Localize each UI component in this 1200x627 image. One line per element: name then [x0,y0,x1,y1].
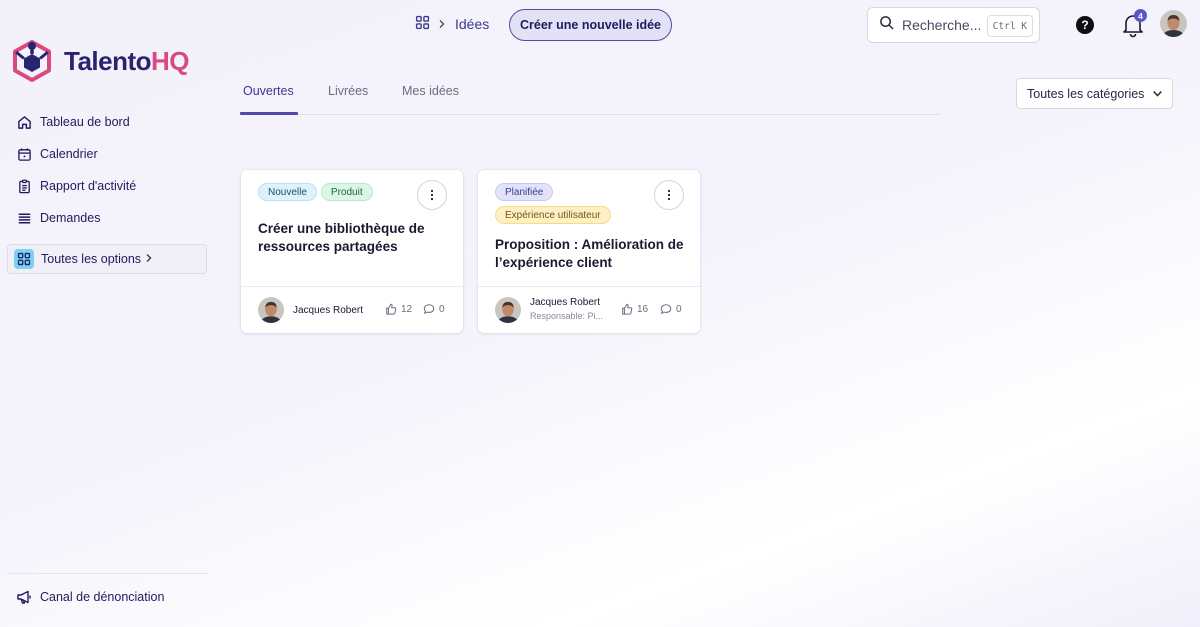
status-badge: Planifiée [495,183,554,201]
whistleblower-channel-link[interactable]: Canal de dénonciation [15,588,164,606]
card-menu-button[interactable] [654,180,684,210]
tab-open[interactable]: Ouvertes [243,84,294,98]
chevron-right-icon [438,17,446,32]
sidebar-item-activity-report[interactable]: Rapport d'activité [8,170,208,202]
sidebar-item-label: Demandes [40,211,101,225]
breadcrumb-current[interactable]: Idées [455,16,489,32]
tab-my-ideas[interactable]: Mes idées [402,84,459,98]
card-title[interactable]: Créer une bibliothèque de ressources par… [258,220,450,256]
search-box[interactable]: Recherche... Ctrl K [867,7,1040,43]
calendar-icon [15,145,33,163]
thumbs-up-icon [386,303,397,315]
search-shortcut-hint: Ctrl K [986,15,1033,37]
clipboard-icon [15,177,33,195]
megaphone-icon [15,588,33,606]
author-name: Jacques Robert [530,297,601,308]
all-options-button[interactable]: Toutes les options [7,244,207,274]
chevron-down-icon [1152,88,1163,102]
author-avatar [495,297,521,323]
card-title[interactable]: Proposition : Amélioration de l’expérien… [495,236,687,272]
sidebar-divider [8,573,208,574]
user-avatar[interactable] [1160,10,1187,37]
comment-button[interactable]: 0 [660,303,682,315]
cube-logo-icon [13,40,51,82]
stack-icon [15,209,33,227]
sidebar-item-label: Calendrier [40,147,98,161]
comment-button[interactable]: 0 [423,303,445,315]
comment-count: 0 [439,303,445,315]
comment-count: 0 [676,303,682,315]
sidebar: TalentoHQ Tableau de bord Calendrier Rap… [0,0,214,627]
app-logo[interactable]: TalentoHQ [12,40,190,82]
like-count: 16 [637,303,649,315]
thumbs-up-icon [622,303,633,315]
card-tags: Planifiée Expérience utilisateur [495,183,665,224]
all-options-label: Toutes les options [41,252,142,266]
notification-count-badge: 4 [1134,9,1147,22]
category-badge: Expérience utilisateur [495,206,611,224]
card-footer: Jacques Robert 12 0 [241,286,463,333]
author-name: Jacques Robert [293,305,364,316]
responsible-label: Responsable: Pi... [530,311,604,321]
help-icon[interactable]: ? [1076,16,1094,34]
sidebar-item-requests[interactable]: Demandes [8,202,208,234]
card-footer: Jacques Robert Responsable: Pi... 16 0 [478,286,700,333]
like-button[interactable]: 16 [621,303,648,315]
idea-tabs: Ouvertes Livrées Mes idées [240,74,940,115]
like-count: 12 [401,303,413,315]
breadcrumb: Idées [415,15,489,33]
category-select-value: Toutes les catégories [1027,86,1145,101]
grid-icon [14,249,34,269]
sidebar-item-label: Tableau de bord [40,115,130,129]
grid-icon[interactable] [415,15,430,33]
search-input[interactable]: Recherche... [902,17,981,33]
more-vertical-icon [667,189,671,201]
avatar-photo-icon [1160,10,1187,37]
active-tab-indicator [240,112,298,115]
avatar-photo-icon [495,297,521,323]
tab-delivered[interactable]: Livrées [328,84,368,98]
chevron-right-icon [145,252,153,266]
whistleblower-label: Canal de dénonciation [40,590,165,604]
idea-card[interactable]: Nouvelle Produit Créer une bibliothèque … [241,170,463,333]
more-vertical-icon [430,189,434,201]
card-menu-button[interactable] [417,180,447,210]
category-select[interactable]: Toutes les catégories [1016,78,1173,109]
category-badge: Produit [320,183,373,201]
author-avatar [258,297,284,323]
avatar-photo-icon [258,297,284,323]
sidebar-nav: Tableau de bord Calendrier Rapport d'act… [8,106,208,234]
create-new-idea-button[interactable]: Créer une nouvelle idée [509,9,672,41]
card-tags: Nouvelle Produit [258,183,428,201]
like-button[interactable]: 12 [385,303,412,315]
sidebar-item-dashboard[interactable]: Tableau de bord [8,106,208,138]
home-icon [15,113,33,131]
search-icon [879,15,894,35]
idea-card[interactable]: Planifiée Expérience utilisateur Proposi… [478,170,700,333]
comment-icon [423,304,435,315]
sidebar-item-calendar[interactable]: Calendrier [8,138,208,170]
brand-name: TalentoHQ [64,45,190,76]
comment-icon [660,304,672,315]
status-badge: Nouvelle [258,183,317,201]
sidebar-item-label: Rapport d'activité [40,179,137,193]
